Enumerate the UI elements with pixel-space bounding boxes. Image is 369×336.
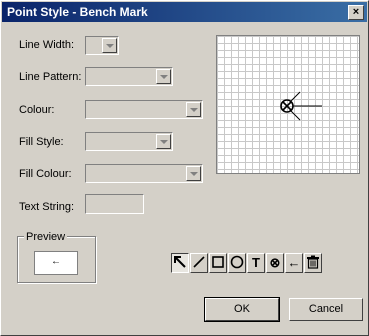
line-icon [193, 256, 205, 268]
bench-mark-symbol [280, 91, 322, 121]
chevron-down-icon[interactable] [186, 166, 201, 181]
circle-tool-button[interactable] [228, 253, 246, 273]
fill-style-dropdown[interactable] [85, 132, 173, 151]
arrow-tool-button[interactable]: ← [285, 253, 303, 273]
chevron-down-icon[interactable] [186, 102, 201, 117]
preview-label: Preview [24, 231, 68, 243]
line-tool-button[interactable] [190, 253, 208, 273]
line-pattern-label: Line Pattern: [19, 71, 82, 83]
text-tool-button[interactable]: T [247, 253, 265, 273]
chevron-down-icon[interactable] [156, 69, 171, 84]
circle-icon [230, 255, 244, 269]
close-button[interactable]: × [348, 5, 364, 20]
delete-tool-button[interactable] [304, 253, 322, 273]
chevron-down-icon[interactable] [102, 38, 117, 53]
text-icon: T [252, 255, 260, 270]
pointer-tool-button[interactable] [171, 253, 189, 273]
left-arrow-icon: ← [287, 255, 301, 270]
title-bar: Point Style - Bench Mark × [2, 2, 367, 22]
window-title: Point Style - Bench Mark [7, 5, 148, 19]
line-pattern-dropdown[interactable] [85, 67, 173, 86]
fill-colour-dropdown[interactable] [85, 164, 203, 183]
line-width-dropdown[interactable] [85, 36, 119, 55]
rectangle-icon [212, 256, 224, 268]
text-string-label: Text String: [19, 201, 75, 213]
colour-dropdown[interactable] [85, 100, 203, 119]
colour-label: Colour: [19, 104, 55, 116]
symbol-editor-grid[interactable] [216, 35, 360, 174]
ok-button[interactable]: OK [204, 297, 280, 322]
chevron-down-icon[interactable] [156, 134, 171, 149]
text-string-input[interactable] [85, 194, 144, 214]
fill-colour-label: Fill Colour: [19, 168, 72, 180]
line-width-label: Line Width: [19, 39, 75, 51]
cancel-button[interactable]: Cancel [289, 298, 363, 321]
circle-cross-icon: ⊗ [269, 255, 281, 270]
rectangle-tool-button[interactable] [209, 253, 227, 273]
fill-style-label: Fill Style: [19, 136, 64, 148]
preview-box: ← [34, 251, 78, 275]
bench-mark-tool-button[interactable]: ⊗ [266, 253, 284, 273]
arrow-pointer-icon [174, 256, 186, 268]
trash-icon [307, 255, 319, 269]
